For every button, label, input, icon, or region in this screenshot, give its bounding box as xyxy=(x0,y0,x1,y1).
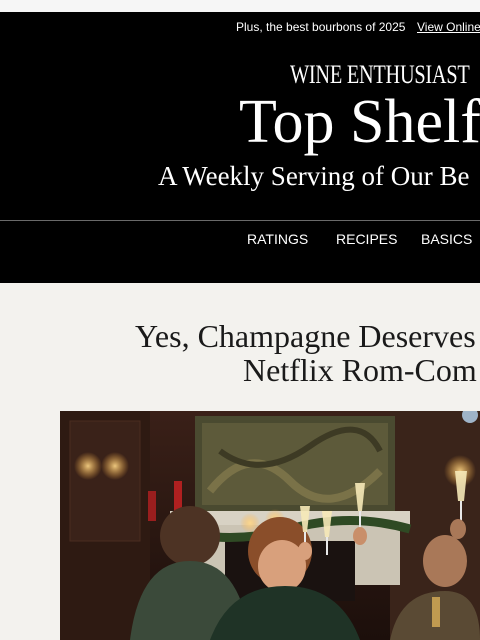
nav-item-basics[interactable]: BASICS xyxy=(421,231,472,247)
preheader: Plus, the best bourbons of 2025 View Onl… xyxy=(0,20,480,36)
champagne-toast-photo xyxy=(60,411,480,640)
header-divider xyxy=(0,220,480,221)
top-strip xyxy=(0,0,480,12)
email-header: Plus, the best bourbons of 2025 View Onl… xyxy=(0,12,480,283)
hero-image[interactable] xyxy=(60,411,480,640)
newsletter-title: Top Shelf xyxy=(239,88,480,156)
preheader-text: Plus, the best bourbons of 2025 xyxy=(236,20,406,34)
nav-item-ratings[interactable]: RATINGS xyxy=(247,231,308,247)
nav-item-recipes[interactable]: RECIPES xyxy=(336,231,397,247)
headline-line-2: Netflix Rom-Com xyxy=(243,352,477,388)
newsletter-tagline: A Weekly Serving of Our Be xyxy=(158,161,470,191)
view-online-link[interactable]: View Online xyxy=(417,20,480,34)
headline-line-1: Yes, Champagne Deserves xyxy=(135,318,476,354)
